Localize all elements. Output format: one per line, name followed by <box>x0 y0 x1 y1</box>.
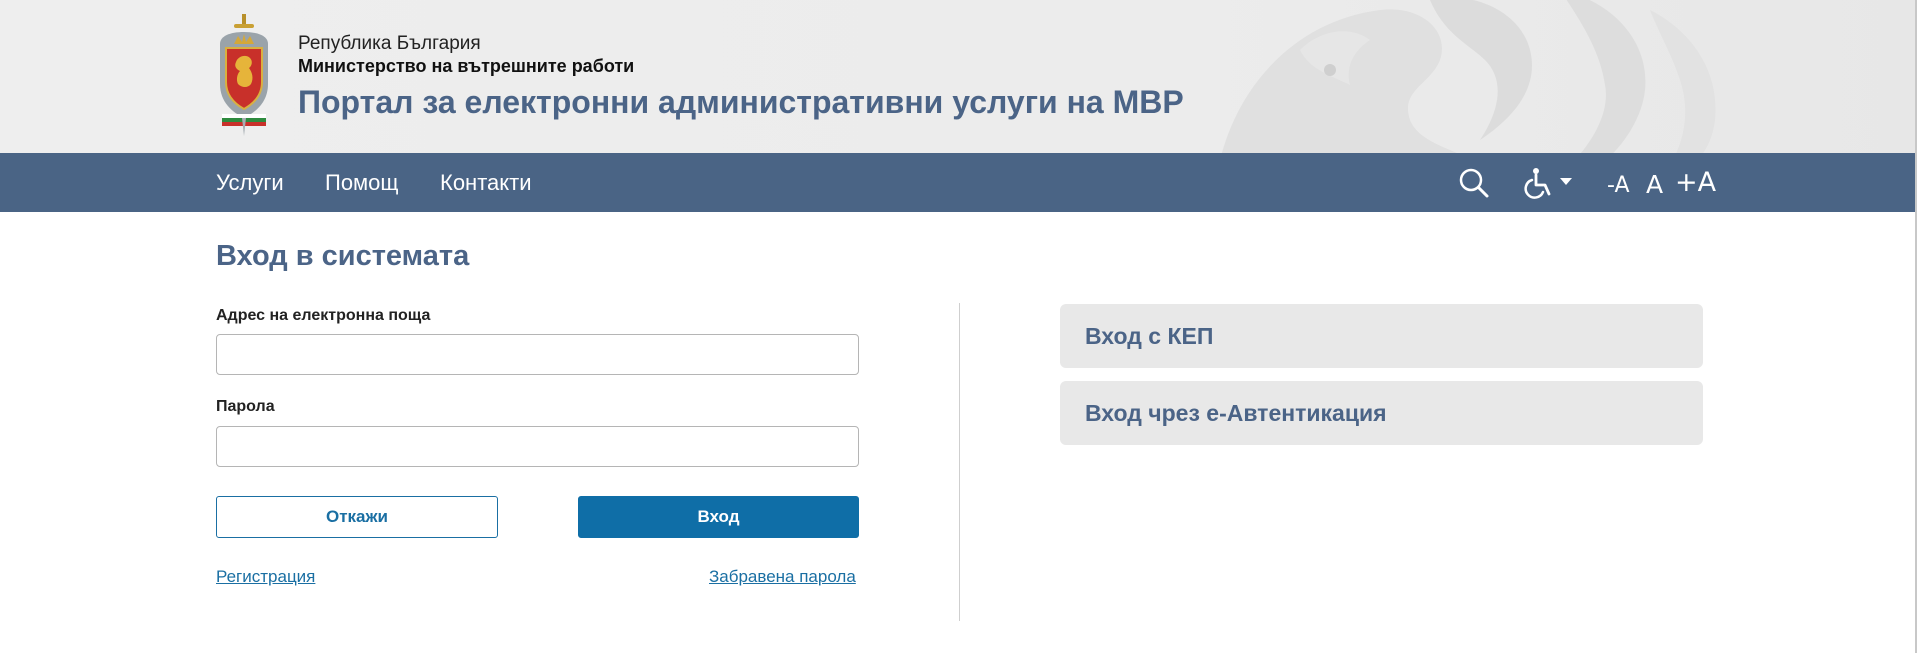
accessibility-menu-button[interactable] <box>1524 167 1576 199</box>
ministry-label: Министерство на вътрешните работи <box>298 56 635 76</box>
login-kep-label: Вход с КЕП <box>1085 322 1214 349</box>
login-eauth-button[interactable]: Вход чрез е-Автентикация <box>1060 381 1703 445</box>
font-normal-button[interactable]: A <box>1646 170 1663 199</box>
caret-down-icon <box>1560 178 1572 185</box>
login-eauth-label: Вход чрез е-Автентикация <box>1085 399 1387 426</box>
font-decrease-button[interactable]: -A <box>1607 173 1630 198</box>
email-label: Адрес на електронна поща <box>216 307 431 324</box>
password-label: Парола <box>216 398 275 415</box>
vertical-divider <box>959 303 960 621</box>
nav-item-services[interactable]: Услуги <box>216 153 284 212</box>
coat-of-arms-logo <box>220 14 268 136</box>
lion-watermark <box>1221 0 1716 153</box>
register-link[interactable]: Регистрация <box>216 567 315 587</box>
portal-title[interactable]: Портал за електронни административни усл… <box>298 80 1184 124</box>
page-title: Вход в системата <box>216 240 470 272</box>
forgot-password-link[interactable]: Забравена парола <box>709 567 856 587</box>
header-text: Република България Министерство на вътре… <box>298 33 1184 124</box>
cancel-button[interactable]: Откажи <box>216 496 498 538</box>
login-button[interactable]: Вход <box>578 496 859 538</box>
font-increase-button[interactable]: +A <box>1675 167 1716 198</box>
nav-item-help[interactable]: Помощ <box>325 153 399 212</box>
site-header: Република България Министерство на вътре… <box>0 0 1917 153</box>
login-kep-button[interactable]: Вход с КЕП <box>1060 304 1703 368</box>
nav-item-contacts[interactable]: Контакти <box>440 153 532 212</box>
password-field[interactable] <box>216 426 859 467</box>
republic-label: Република България <box>298 33 481 54</box>
email-field[interactable] <box>216 334 859 375</box>
main-navbar: Услуги Помощ Контакти -A A +A <box>0 153 1917 212</box>
search-icon[interactable] <box>1458 167 1490 199</box>
wheelchair-icon <box>1524 168 1551 199</box>
